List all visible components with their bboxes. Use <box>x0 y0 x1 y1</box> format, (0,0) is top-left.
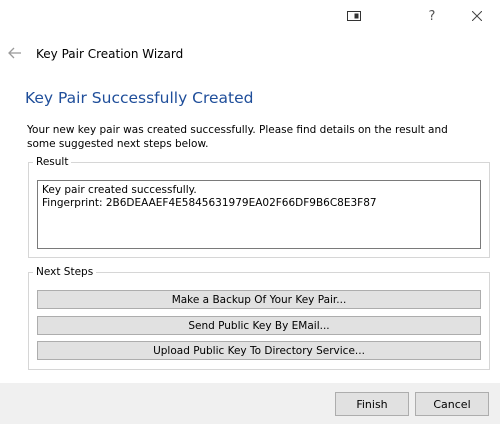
result-text-box[interactable]: Key pair created successfully. Fingerpri… <box>37 180 481 249</box>
snap-layout-icon <box>347 11 361 21</box>
send-public-key-email-button[interactable]: Send Public Key By EMail... <box>37 316 481 335</box>
backup-key-pair-button[interactable]: Make a Backup Of Your Key Pair... <box>37 290 481 309</box>
title-bar: ? <box>0 0 500 32</box>
intro-text: Your new key pair was created successful… <box>27 124 448 150</box>
back-button[interactable] <box>6 44 24 62</box>
finish-button[interactable]: Finish <box>335 392 409 416</box>
upload-public-key-button[interactable]: Upload Public Key To Directory Service..… <box>37 341 481 360</box>
wizard-title: Key Pair Creation Wizard <box>36 47 184 61</box>
page-heading: Key Pair Successfully Created <box>25 89 254 107</box>
result-legend: Result <box>36 156 69 168</box>
back-arrow-icon <box>8 47 21 59</box>
help-icon: ? <box>428 8 436 24</box>
result-status-line: Key pair created successfully. <box>42 184 197 196</box>
next-steps-legend: Next Steps <box>36 266 94 278</box>
snap-layout-button[interactable] <box>331 0 377 32</box>
close-icon <box>472 11 482 21</box>
result-fingerprint-line: Fingerprint: 2B6DEAAEF4E5845631979EA02F6… <box>42 197 377 209</box>
cancel-button[interactable]: Cancel <box>415 392 489 416</box>
close-button[interactable] <box>454 0 500 32</box>
help-button[interactable]: ? <box>409 0 455 32</box>
